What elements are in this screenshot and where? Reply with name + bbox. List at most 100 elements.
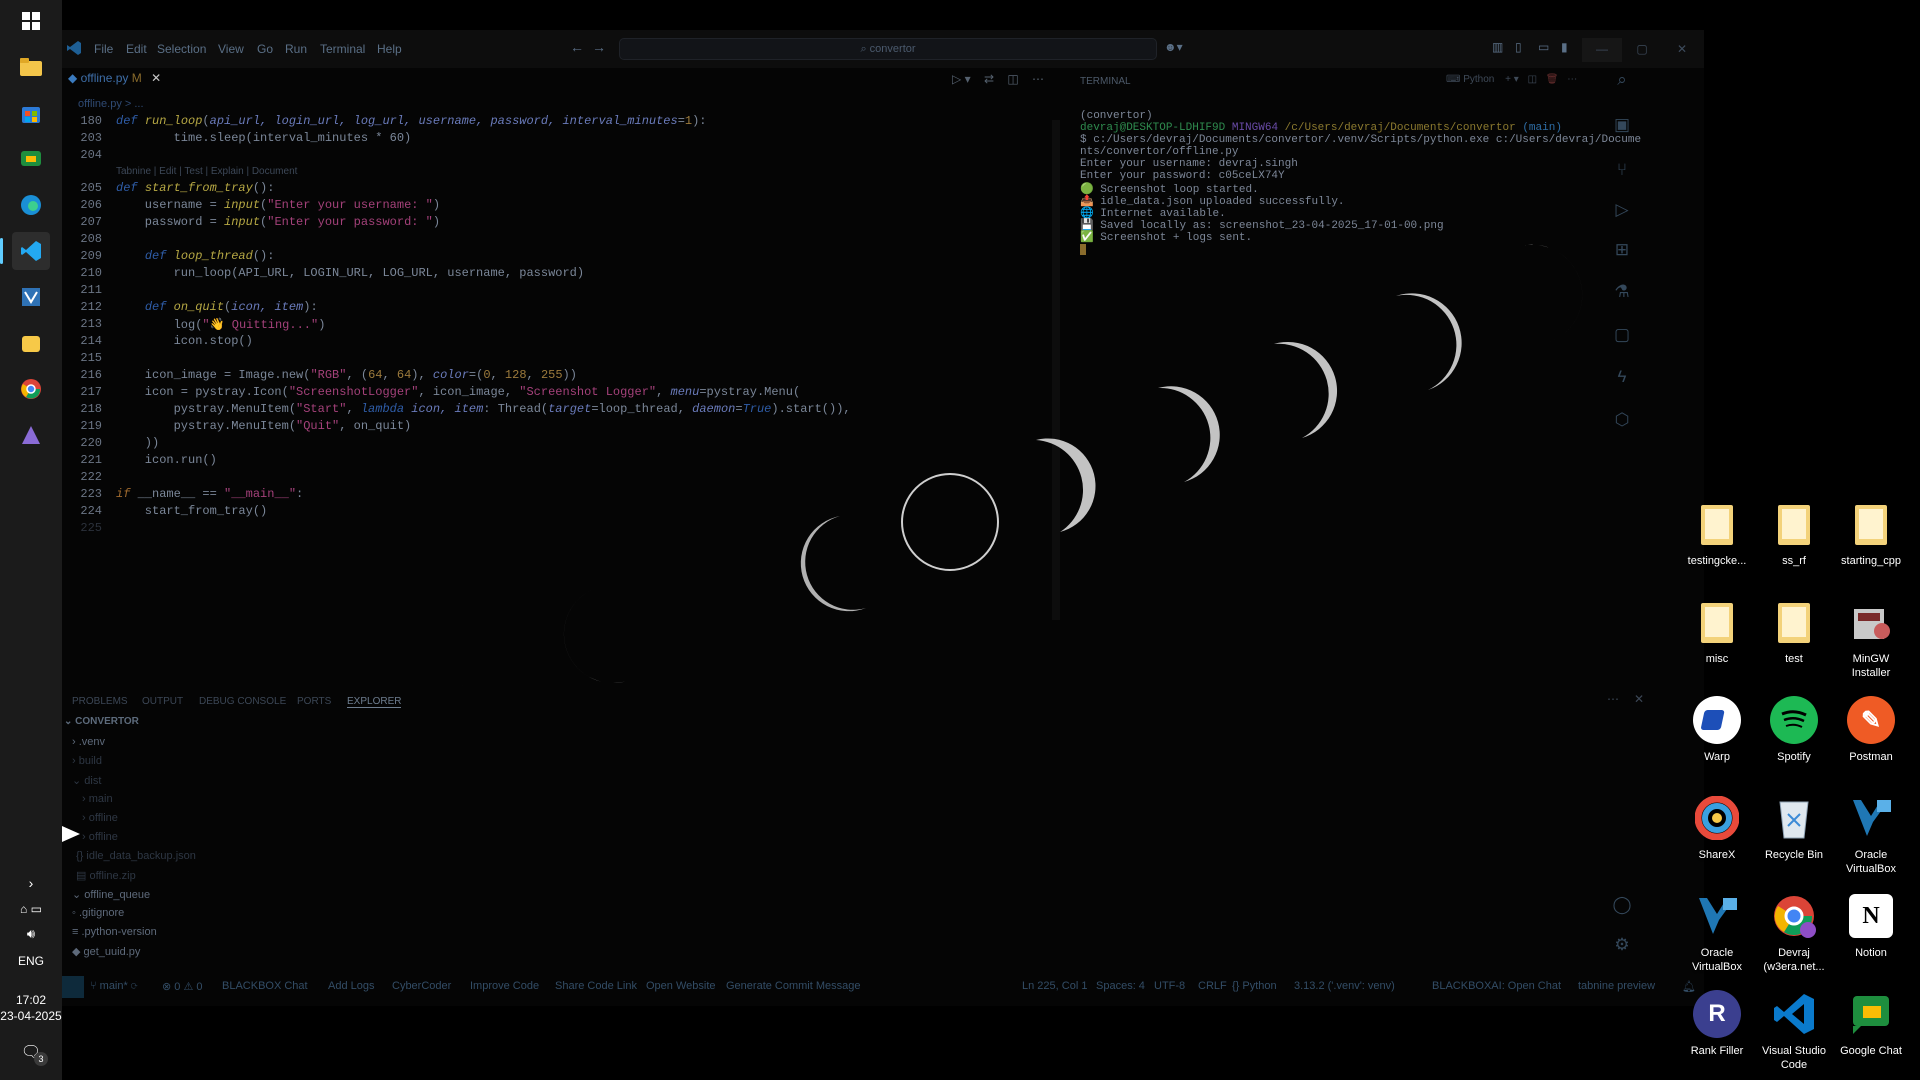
menu-file[interactable]: File bbox=[94, 42, 113, 56]
tab-debug-console[interactable]: DEBUG CONSOLE bbox=[199, 696, 286, 707]
explorer-root[interactable]: ⌄ CONVERTOR bbox=[64, 716, 139, 727]
tree-file[interactable]: ▤ offline.zip bbox=[76, 869, 136, 882]
tree-folder[interactable]: › offline bbox=[82, 831, 118, 843]
menu-help[interactable]: Help bbox=[377, 42, 402, 56]
desktop-icon-oracle-virtualbox[interactable]: Oracle VirtualBox bbox=[1834, 794, 1908, 876]
editor-scrollbar[interactable] bbox=[1052, 120, 1060, 620]
minimize-button[interactable]: — bbox=[1582, 38, 1622, 62]
compare-changes-icon[interactable]: ⇄ bbox=[984, 72, 994, 86]
chat-icon[interactable]: ▢ bbox=[1608, 325, 1636, 353]
sticky-notes-icon[interactable] bbox=[12, 324, 50, 362]
status-cybercoder[interactable]: CyberCoder bbox=[392, 980, 451, 992]
tabnine-codelens[interactable]: Tabnine | Edit | Test | Explain | Docume… bbox=[116, 166, 297, 177]
chat-app-icon[interactable] bbox=[12, 140, 50, 178]
microsoft-store-icon[interactable] bbox=[12, 94, 50, 132]
problems-count[interactable]: ⊗ 0 ⚠ 0 bbox=[162, 980, 202, 993]
tree-folder[interactable]: › build bbox=[72, 755, 102, 767]
windows-start-icon[interactable] bbox=[12, 2, 50, 40]
tab-ports[interactable]: PORTS bbox=[297, 696, 331, 707]
desktop-icon-spotify[interactable]: Spotify bbox=[1757, 696, 1831, 764]
breadcrumb[interactable]: offline.py > ... bbox=[78, 98, 144, 110]
desktop-icon-recycle-bin[interactable]: Recycle Bin bbox=[1757, 794, 1831, 862]
toggle-panel-icon[interactable]: ▭ bbox=[1538, 40, 1549, 54]
remote-indicator-icon[interactable] bbox=[62, 976, 84, 998]
code-editor[interactable]: 180 def run_loop(api_url, login_url, log… bbox=[62, 110, 1052, 670]
toggle-secondary-sidebar-icon[interactable]: ▮ bbox=[1561, 40, 1568, 54]
close-window-button[interactable]: ✕ bbox=[1662, 38, 1702, 62]
notification-center-icon[interactable]: 🗨︎ bbox=[0, 1042, 62, 1062]
tree-folder[interactable]: › offline bbox=[82, 812, 118, 824]
tree-file[interactable]: ◆ get_uuid.py bbox=[72, 945, 140, 958]
language-indicator[interactable]: ENG bbox=[0, 954, 62, 968]
desktop-icon-visual-studio-code[interactable]: Visual Studio Code bbox=[1757, 990, 1831, 1072]
desktop-icon-test[interactable]: test bbox=[1757, 598, 1831, 666]
status-tabnine[interactable]: tabnine preview bbox=[1578, 980, 1655, 992]
desktop-icon-devraj-chrome[interactable]: Devraj (w3era.net... bbox=[1757, 892, 1831, 974]
tree-folder[interactable]: › main bbox=[82, 793, 113, 805]
tab-problems[interactable]: PROBLEMS bbox=[72, 696, 128, 707]
menu-view[interactable]: View bbox=[218, 42, 244, 56]
virtualbox-taskbar-icon[interactable] bbox=[12, 278, 50, 316]
chrome-taskbar-icon[interactable] bbox=[12, 370, 50, 408]
show-hidden-icons-icon[interactable]: › bbox=[0, 875, 62, 891]
system-tray-icons[interactable]: ⌂ ▭ bbox=[0, 902, 62, 916]
menu-run[interactable]: Run bbox=[285, 42, 307, 56]
status-add-logs[interactable]: Add Logs bbox=[328, 980, 374, 992]
status-encoding[interactable]: UTF-8 bbox=[1154, 980, 1185, 992]
cube-icon[interactable]: ⬡ bbox=[1608, 410, 1636, 438]
desktop-icon-notion[interactable]: N Notion bbox=[1834, 892, 1908, 960]
tree-file[interactable]: ≡ .python-version bbox=[72, 926, 157, 938]
tree-folder[interactable]: › .venv bbox=[72, 736, 105, 748]
terminal-title[interactable]: TERMINAL bbox=[1080, 76, 1131, 87]
editor-tab[interactable]: ◆ offline.py M ✕ bbox=[68, 71, 161, 85]
forward-arrow-icon[interactable]: → bbox=[592, 39, 606, 55]
tab-explorer[interactable]: EXPLORER bbox=[347, 696, 402, 708]
status-open-website[interactable]: Open Website bbox=[646, 980, 716, 992]
clock-time[interactable]: 17:02 bbox=[0, 993, 62, 1007]
menu-go[interactable]: Go bbox=[257, 42, 273, 56]
tree-file[interactable]: {} idle_data_backup.json bbox=[76, 850, 196, 862]
vscode-taskbar-icon[interactable] bbox=[0, 232, 50, 270]
status-indentation[interactable]: Spaces: 4 bbox=[1096, 980, 1145, 992]
desktop-icon-oracle-virtualbox-2[interactable]: Oracle VirtualBox bbox=[1680, 892, 1754, 974]
extensions-icon[interactable]: ⊞ bbox=[1608, 240, 1636, 268]
clock-date[interactable]: 23-04-2025 bbox=[0, 1009, 62, 1023]
status-language[interactable]: {} Python bbox=[1232, 980, 1277, 992]
settings-gear-icon[interactable]: ⚙ bbox=[1608, 935, 1636, 963]
desktop-icon-sharex[interactable]: ShareX bbox=[1680, 794, 1754, 862]
testing-icon[interactable]: ⚗ bbox=[1608, 282, 1636, 310]
desktop-icon-google-chat[interactable]: Google Chat bbox=[1834, 990, 1908, 1058]
desktop-icon-ss-rf[interactable]: ss_rf bbox=[1757, 500, 1831, 568]
desktop-icon-mingw-installer[interactable]: MinGW Installer bbox=[1834, 598, 1908, 680]
more-actions-icon[interactable]: ⋯ bbox=[1032, 72, 1044, 86]
menu-terminal[interactable]: Terminal bbox=[320, 42, 365, 56]
desktop-icon-misc[interactable]: misc bbox=[1680, 598, 1754, 666]
tab-output[interactable]: OUTPUT bbox=[142, 696, 183, 707]
desktop-icon-rank-filler[interactable]: R Rank Filler bbox=[1680, 990, 1754, 1058]
desktop-icon-starting-cpp[interactable]: starting_cpp bbox=[1834, 500, 1908, 568]
kill-terminal-icon[interactable]: 🗑︎ bbox=[1546, 74, 1559, 85]
status-cursor-position[interactable]: Ln 225, Col 1 bbox=[1022, 980, 1087, 992]
close-panel-icon[interactable]: ✕ bbox=[1634, 692, 1644, 706]
account-icon[interactable]: ◯ bbox=[1608, 895, 1636, 923]
desktop-icon-postman[interactable]: ✎ Postman bbox=[1834, 696, 1908, 764]
maximize-button[interactable]: ▢ bbox=[1622, 38, 1662, 62]
terminal-more-icon[interactable]: ⋯ bbox=[1567, 74, 1577, 85]
panel-more-icon[interactable]: ⋯ bbox=[1607, 692, 1619, 706]
command-center-search[interactable]: ⌕ convertor bbox=[619, 38, 1157, 60]
file-explorer-icon[interactable] bbox=[12, 48, 50, 86]
status-blackboxai-chat[interactable]: BLACKBOXAI: Open Chat bbox=[1432, 980, 1561, 992]
edge-browser-icon[interactable] bbox=[12, 186, 50, 224]
split-terminal-icon[interactable]: ◫ bbox=[1528, 74, 1537, 85]
source-control-icon[interactable]: ⑂ bbox=[1608, 160, 1636, 188]
status-eol[interactable]: CRLF bbox=[1198, 980, 1227, 992]
terminal-shell-label[interactable]: Python bbox=[1463, 74, 1494, 85]
desktop-icon-testingcke[interactable]: testingcke... bbox=[1680, 500, 1754, 568]
status-share-code-link[interactable]: Share Code Link bbox=[555, 980, 637, 992]
app-launcher-icon[interactable] bbox=[12, 416, 50, 454]
menu-selection[interactable]: Selection bbox=[157, 42, 206, 56]
copilot-icon[interactable]: ☻▾ bbox=[1164, 40, 1183, 54]
close-tab-icon[interactable]: ✕ bbox=[151, 71, 161, 85]
run-debug-icon[interactable]: ▷ bbox=[1608, 200, 1636, 228]
tree-folder[interactable]: ⌄ offline_queue bbox=[72, 888, 150, 901]
